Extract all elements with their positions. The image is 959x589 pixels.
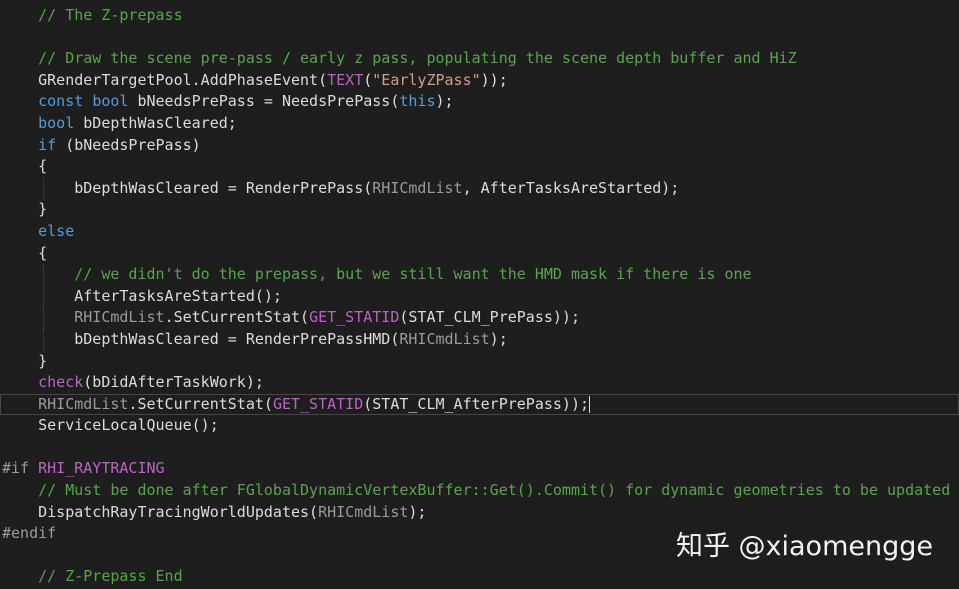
- code-token: ));: [480, 70, 508, 89]
- line-bool-depth[interactable]: bool bDepthWasCleared;: [0, 113, 959, 135]
- code-token: bool: [92, 92, 129, 111]
- line-service-queue[interactable]: ServiceLocalQueue();: [0, 415, 959, 437]
- line-close-brace[interactable]: }: [0, 351, 959, 373]
- code-token: if: [38, 135, 57, 154]
- watermark: 知乎 @xiaomengge: [675, 531, 933, 562]
- line-open-brace[interactable]: {: [0, 243, 959, 265]
- code-token: (STAT_CLM_AfterPrePass));: [363, 394, 590, 413]
- code-token: (: [363, 70, 373, 89]
- code-token: .SetCurrentStat(: [128, 394, 273, 413]
- code-token: GET_STATID: [309, 308, 400, 327]
- code-token: GET_STATID: [272, 394, 364, 413]
- code-token: TEXT: [327, 70, 364, 89]
- code-token: GRenderTargetPool.AddPhaseEvent(: [2, 70, 328, 89]
- code-token: bNeedsPrePass = NeedsPrePass(: [128, 92, 400, 111]
- line-else[interactable]: else: [0, 221, 959, 243]
- code-token: #if: [2, 459, 30, 478]
- line-after-tasks[interactable]: AfterTasksAreStarted();: [0, 285, 959, 308]
- code-token: (bNeedsPrePass): [56, 135, 201, 154]
- code-token: }: [2, 351, 48, 370]
- code-token: // we didn't do the prepass, but we stil…: [2, 265, 752, 284]
- code-token: #endif: [2, 524, 57, 543]
- code-token: // The Z-prepass: [2, 6, 183, 24]
- code-token: {: [2, 157, 48, 176]
- code-token: (STAT_CLM_PrePass));: [399, 308, 580, 327]
- line-comment-end[interactable]: // Z-Prepass End: [0, 566, 959, 588]
- line-if-raytracing[interactable]: #if RHI_RAYTRACING: [0, 458, 959, 480]
- line-if[interactable]: if (bNeedsPrePass): [0, 135, 959, 157]
- code-token: , AfterTasksAreStarted);: [462, 178, 680, 197]
- code-token: );: [489, 329, 508, 348]
- code-editor[interactable]: // The Z-prepass // Draw the scene pre-p…: [0, 5, 959, 588]
- code-token: AfterTasksAreStarted();: [2, 286, 282, 305]
- line-const-bool[interactable]: const bool bNeedsPrePass = NeedsPrePass(…: [0, 91, 959, 113]
- indent-guide: [42, 328, 44, 351]
- code-token: bool: [38, 113, 75, 132]
- code-token: RHICmdList: [318, 502, 409, 521]
- line-comment-hmd[interactable]: // we didn't do the prepass, but we stil…: [0, 264, 959, 286]
- indent-guide: [42, 177, 44, 200]
- code-token: RHICmdList: [38, 394, 129, 413]
- indent-guide: [42, 264, 44, 286]
- line-comment-raytracing[interactable]: // Must be done after FGlobalDynamicVert…: [0, 480, 959, 502]
- line-check[interactable]: check(bDidAfterTaskWork);: [0, 372, 959, 394]
- code-token: RHICmdList: [399, 329, 490, 348]
- code-token: bDepthWasCleared;: [74, 113, 237, 132]
- code-token: ServiceLocalQueue();: [2, 416, 219, 435]
- indent-guide: [42, 285, 44, 308]
- text-caret: [589, 395, 591, 413]
- line-render-prepass-hmd[interactable]: bDepthWasCleared = RenderPrePassHMD(RHIC…: [0, 328, 959, 351]
- line-dispatch-raytracing[interactable]: DispatchRayTracingWorldUpdates(RHICmdLis…: [0, 502, 959, 524]
- code-token: check: [38, 373, 84, 392]
- line-comment-zprepass[interactable]: // The Z-prepass: [0, 5, 959, 27]
- line-set-stat-afterprepass[interactable]: RHICmdList.SetCurrentStat(GET_STATID(STA…: [0, 393, 959, 416]
- code-token: bDepthWasCleared = RenderPrePass(: [2, 178, 373, 197]
- code-token: RHI_RAYTRACING: [38, 459, 165, 478]
- code-token: RHICmdList: [74, 308, 165, 327]
- line-open-brace[interactable]: {: [0, 156, 959, 178]
- code-token: }: [2, 200, 48, 219]
- code-token: {: [2, 243, 48, 262]
- code-token: "EarlyZPass": [372, 70, 481, 89]
- code-token: bDepthWasCleared = RenderPrePassHMD(: [2, 329, 400, 348]
- line-render-prepass[interactable]: bDepthWasCleared = RenderPrePass(RHICmdL…: [0, 177, 959, 200]
- line-set-stat-prepass[interactable]: RHICmdList.SetCurrentStat(GET_STATID(STA…: [0, 307, 959, 329]
- line-close-brace[interactable]: }: [0, 199, 959, 221]
- code-token: );: [408, 502, 427, 521]
- code-token: // Z-Prepass End: [2, 567, 183, 586]
- code-token: // Must be done after FGlobalDynamicVert…: [2, 481, 951, 500]
- code-token: this: [399, 92, 436, 111]
- line-blank[interactable]: [0, 437, 959, 459]
- code-token: RHICmdList: [372, 178, 463, 197]
- indent-guide: [42, 307, 44, 329]
- code-token: (bDidAfterTaskWork);: [83, 373, 264, 392]
- line-add-phase-event[interactable]: GRenderTargetPool.AddPhaseEvent(TEXT("Ea…: [0, 70, 959, 92]
- code-token: // Draw the scene pre-pass / early z pas…: [2, 49, 797, 68]
- code-token: const: [38, 92, 84, 111]
- code-token: .SetCurrentStat(: [164, 308, 310, 327]
- code-token: DispatchRayTracingWorldUpdates(: [2, 502, 319, 521]
- code-token: else: [38, 221, 75, 240]
- code-token: );: [435, 92, 454, 111]
- line-blank[interactable]: [0, 27, 959, 49]
- line-comment-draw[interactable]: // Draw the scene pre-pass / early z pas…: [0, 48, 959, 70]
